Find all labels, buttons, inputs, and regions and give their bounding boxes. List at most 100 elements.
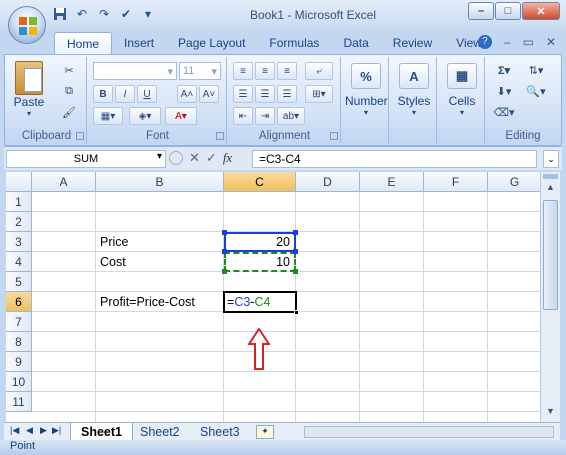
cell-b4[interactable]: Cost <box>96 252 224 272</box>
row-header-9[interactable]: 9 <box>6 352 32 372</box>
tab-formulas[interactable]: Formulas <box>257 32 331 54</box>
office-button[interactable] <box>8 6 46 44</box>
sheet-tab-2[interactable]: Sheet2 <box>130 423 190 441</box>
sheet-tab-1[interactable]: Sheet1 <box>70 423 133 441</box>
copy-icon[interactable]: ⧉ <box>59 82 79 100</box>
c3-handle[interactable] <box>222 249 227 254</box>
font-color-icon[interactable]: A▾ <box>165 107 197 125</box>
c3-handle[interactable] <box>293 230 298 235</box>
select-all-corner[interactable] <box>6 172 32 192</box>
cell-c6-active[interactable]: = C3- C4 <box>223 291 297 313</box>
align-top-icon[interactable]: ≡ <box>233 62 253 80</box>
increase-indent-icon[interactable]: ⇥ <box>255 107 275 125</box>
vertical-scrollbar[interactable]: ▲ ▼ <box>540 172 560 422</box>
number-button[interactable]: % Number ▾ <box>345 63 388 117</box>
tab-home[interactable]: Home <box>54 32 113 54</box>
decrease-indent-icon[interactable]: ⇤ <box>233 107 253 125</box>
column-header-b[interactable]: B <box>96 172 224 192</box>
font-launcher-icon[interactable] <box>216 132 224 140</box>
align-left-icon[interactable]: ☰ <box>233 85 253 103</box>
first-sheet-icon[interactable]: |◀ <box>10 425 19 436</box>
close-button[interactable]: ✕ <box>522 2 560 20</box>
row-header-2[interactable]: 2 <box>6 212 32 232</box>
cell-c3[interactable]: 20 <box>224 232 296 252</box>
align-middle-icon[interactable]: ≡ <box>255 62 275 80</box>
expand-formula-bar-icon[interactable]: ⌄ <box>543 150 559 168</box>
sort-filter-icon[interactable]: ⇅▾ <box>521 61 551 79</box>
shrink-font-icon[interactable]: A˅ <box>199 85 219 103</box>
column-header-a[interactable]: A <box>32 172 96 192</box>
fill-icon[interactable]: ⬇▾ <box>491 82 517 100</box>
orientation-icon[interactable]: ab▾ <box>277 107 305 125</box>
cancel-icon[interactable]: ✕ <box>189 150 200 166</box>
tab-data[interactable]: Data <box>331 32 380 54</box>
split-box[interactable] <box>543 174 558 179</box>
column-header-g[interactable]: G <box>488 172 540 192</box>
ribbon-minimize-icon[interactable]: – <box>504 35 511 49</box>
name-box[interactable]: SUM ▾ <box>6 150 166 168</box>
merge-center-icon[interactable]: ⊞▾ <box>305 85 333 103</box>
sheet-tab-3[interactable]: Sheet3 <box>190 423 250 441</box>
insert-function-icon[interactable]: fx <box>223 150 232 166</box>
column-header-e[interactable]: E <box>360 172 424 192</box>
paste-button[interactable]: Paste ▾ <box>11 61 47 118</box>
formula-input[interactable]: =C3-C4 <box>252 150 537 168</box>
row-header-7[interactable]: 7 <box>6 312 32 332</box>
help-icon[interactable]: ? <box>477 35 492 49</box>
grow-font-icon[interactable]: A˄ <box>177 85 197 103</box>
ribbon-restore-icon[interactable]: ▭ <box>523 35 534 49</box>
insert-sheet-icon[interactable]: ✦ <box>256 425 274 439</box>
clipboard-launcher-icon[interactable] <box>76 132 84 140</box>
borders-icon[interactable]: ▦▾ <box>93 107 123 125</box>
row-header-1[interactable]: 1 <box>6 192 32 212</box>
tab-insert[interactable]: Insert <box>112 32 166 54</box>
minimize-button[interactable]: – <box>468 2 494 20</box>
horizontal-scrollbar[interactable] <box>304 426 554 438</box>
cell-b3[interactable]: Price <box>96 232 224 252</box>
font-name-combo[interactable]: ▾ <box>93 62 177 80</box>
ribbon-close-icon[interactable]: ✕ <box>546 35 556 49</box>
fill-handle[interactable] <box>294 310 299 315</box>
scroll-thumb[interactable] <box>543 200 558 310</box>
bold-icon[interactable]: B <box>93 85 113 103</box>
row-header-4[interactable]: 4 <box>6 252 32 272</box>
underline-icon[interactable]: U <box>137 85 157 103</box>
row-header-5[interactable]: 5 <box>6 272 32 292</box>
row-header-10[interactable]: 10 <box>6 372 32 392</box>
italic-icon[interactable]: I <box>115 85 135 103</box>
next-sheet-icon[interactable]: ▶ <box>40 425 47 436</box>
align-center-icon[interactable]: ☰ <box>255 85 275 103</box>
row-header-8[interactable]: 8 <box>6 332 32 352</box>
row-header-6[interactable]: 6 <box>6 292 32 312</box>
name-box-dropdown-icon[interactable]: ▾ <box>157 151 162 162</box>
maximize-button[interactable]: □ <box>495 2 521 20</box>
cell-c4[interactable]: 10 <box>224 252 296 272</box>
font-size-combo[interactable]: 11 ▾ <box>179 62 221 80</box>
column-header-d[interactable]: D <box>296 172 360 192</box>
row-header-11[interactable]: 11 <box>6 392 32 412</box>
clear-icon[interactable]: ⌫▾ <box>491 103 517 121</box>
c3-handle[interactable] <box>293 249 298 254</box>
autosum-icon[interactable]: Σ▾ <box>491 61 517 79</box>
scroll-up-icon[interactable]: ▲ <box>543 182 558 196</box>
c3-handle[interactable] <box>222 230 227 235</box>
tab-page-layout[interactable]: Page Layout <box>166 32 257 54</box>
align-right-icon[interactable]: ☰ <box>277 85 297 103</box>
cells-button[interactable]: ▦ Cells ▾ <box>441 63 483 117</box>
wrap-text-icon[interactable]: ⤶ <box>305 62 333 80</box>
cut-icon[interactable]: ✂ <box>59 61 79 79</box>
c4-handle[interactable] <box>293 269 298 274</box>
align-bottom-icon[interactable]: ≡ <box>277 62 297 80</box>
c4-handle[interactable] <box>222 269 227 274</box>
enter-icon[interactable]: ✓ <box>206 150 217 166</box>
cell-b6[interactable]: Profit=Price-Cost <box>96 292 224 312</box>
prev-sheet-icon[interactable]: ◀ <box>26 425 33 436</box>
fill-color-icon[interactable]: ◈▾ <box>129 107 161 125</box>
column-header-f[interactable]: F <box>424 172 488 192</box>
tab-review[interactable]: Review <box>381 32 444 54</box>
find-select-icon[interactable]: 🔍▾ <box>521 82 551 100</box>
last-sheet-icon[interactable]: ▶| <box>52 425 61 436</box>
format-painter-icon[interactable]: 🖌 <box>59 103 79 121</box>
scroll-down-icon[interactable]: ▼ <box>543 406 558 420</box>
row-header-3[interactable]: 3 <box>6 232 32 252</box>
